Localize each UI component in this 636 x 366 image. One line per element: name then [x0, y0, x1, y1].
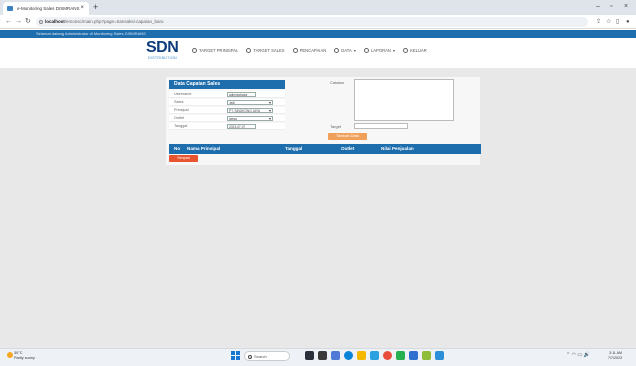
profile-icon[interactable]: ●	[626, 17, 630, 27]
bookmark-icon[interactable]: ☆	[606, 17, 611, 27]
favicon-icon	[7, 6, 13, 11]
menu-keluar[interactable]: KELUAR	[403, 48, 427, 53]
chevron-down-icon: ▾	[392, 48, 396, 53]
chart-icon	[292, 48, 298, 53]
capaian-form: Data Capaian Sales Username administrato…	[169, 80, 285, 144]
file-explorer-icon[interactable]	[357, 351, 366, 360]
sun-icon	[7, 352, 13, 358]
share-icon[interactable]: ⇪	[596, 17, 601, 27]
app-icon[interactable]	[409, 351, 418, 360]
back-icon[interactable]: ←	[5, 16, 12, 27]
form-row-outlet: Outlet ipega	[169, 115, 285, 122]
field-label: Tanggal	[174, 124, 188, 128]
close-window-icon[interactable]: ×	[624, 2, 628, 12]
column-header-no: No	[174, 146, 181, 151]
chat-icon[interactable]	[331, 351, 340, 360]
catatan-label: Catatan	[330, 80, 345, 85]
weather-desc: Partly sunny	[14, 356, 35, 360]
catatan-textarea[interactable]	[354, 79, 454, 121]
reload-icon[interactable]: ↻	[25, 16, 31, 27]
sidebar-icon[interactable]: ▯	[616, 17, 619, 27]
widgets-icon[interactable]	[318, 351, 327, 360]
field-label: Outlet	[174, 116, 185, 120]
menu-data[interactable]: DATA ▾	[334, 48, 356, 53]
edge-icon[interactable]	[344, 351, 353, 360]
target-label: Target	[330, 124, 342, 129]
menu-pencapaian[interactable]: PENCAPAIAN	[292, 48, 327, 53]
windows-start-icon[interactable]	[231, 351, 240, 360]
logo[interactable]: SDN DISTRIBUTION	[146, 40, 186, 64]
table-header: No Nama Prinsipal Tanggal Outlet Nilai P…	[169, 144, 481, 154]
site-info-icon[interactable]	[39, 20, 43, 24]
form-row-tanggal: Tanggal 2023-07-07	[169, 123, 285, 130]
taskbar-search[interactable]: Search	[244, 351, 290, 361]
welcome-banner: Selamat datang Administrator di Monitori…	[0, 30, 636, 38]
url-path: /emonsc/main.php?page=transaksi-capaian_…	[64, 19, 164, 24]
field-label: Username	[174, 92, 192, 96]
sales-select[interactable]: Jedi	[227, 100, 273, 105]
url-host: localhost	[45, 19, 65, 24]
clock-date: 7/7/2023	[608, 355, 622, 360]
column-header-tanggal: Tanggal	[285, 146, 303, 151]
form-row-username: Username administrator	[169, 91, 285, 98]
system-tray[interactable]: ⌃ ◠ ▭ 🔊	[566, 352, 590, 359]
form-title: Data Capaian Sales	[169, 80, 285, 89]
menu-label: TARGET SALES	[253, 48, 285, 53]
search-icon	[248, 354, 252, 359]
search-placeholder: Search	[254, 354, 267, 359]
chevron-down-icon: ▾	[353, 48, 356, 53]
minimize-icon[interactable]: –	[596, 2, 600, 12]
close-tab-icon[interactable]: ×	[80, 2, 84, 15]
tab-title: e-Monitoring Sales DISMRANS	[17, 6, 80, 11]
column-header-outlet: Outlet	[341, 146, 355, 151]
column-header-nama-prinsipal: Nama Prinsipal	[187, 146, 221, 151]
prinsipal-select[interactable]: PT. SINGKONG JAYA	[227, 108, 273, 113]
logo-sub: DISTRIBUTION	[148, 56, 177, 60]
clock-time: 3:11 AM	[609, 351, 622, 355]
browser-tab[interactable]: e-Monitoring Sales DISMRANS ×	[3, 2, 89, 15]
target-input[interactable]	[354, 123, 408, 129]
save-button[interactable]: Simpan	[169, 155, 198, 162]
chrome-icon[interactable]	[383, 351, 392, 360]
menu-label: KELUAR	[410, 48, 427, 53]
field-label: Prinsipal	[174, 108, 189, 112]
task-view-icon[interactable]	[305, 351, 314, 360]
forward-icon[interactable]: →	[15, 16, 22, 27]
clock[interactable]: 3:11 AM 7/7/2023	[608, 351, 622, 360]
column-header-nilai-penjualan: Nilai Penjualan	[381, 146, 414, 151]
menu-label: PENCAPAIAN	[299, 48, 327, 53]
add-data-button[interactable]: Tambah Data	[328, 133, 367, 140]
main-menu: TARGET PRINSIPAL TARGET SALES PENCAPAIAN…	[192, 48, 427, 53]
app-icon[interactable]	[422, 351, 431, 360]
vscode-icon[interactable]	[435, 351, 444, 360]
menu-target-prinsipal[interactable]: TARGET PRINSIPAL	[192, 48, 238, 53]
tanggal-field[interactable]: 2023-07-07	[227, 124, 256, 129]
new-tab-icon[interactable]: +	[93, 2, 98, 13]
menu-laporan[interactable]: LAPORAN ▾	[363, 48, 396, 53]
form-row-sales: Sales Jedi	[169, 99, 285, 106]
target-icon	[192, 48, 197, 53]
logo-main: SDN	[146, 39, 179, 56]
data-icon	[334, 48, 340, 53]
report-icon	[363, 48, 369, 53]
target-icon	[246, 48, 252, 53]
menu-label: TARGET PRINSIPAL	[199, 48, 239, 53]
menu-label: DATA	[341, 48, 352, 53]
logout-icon	[403, 48, 409, 53]
weather-widget[interactable]: 30°C Partly sunny	[7, 351, 35, 361]
menu-target-sales[interactable]: TARGET SALES	[246, 48, 285, 53]
whatsapp-icon[interactable]	[396, 351, 405, 360]
menu-label: LAPORAN	[370, 48, 391, 53]
outlet-select[interactable]: ipega	[227, 116, 273, 121]
form-row-prinsipal: Prinsipal PT. SINGKONG JAYA	[169, 107, 285, 114]
url-input[interactable]: localhost/emonsc/main.php?page=transaksi…	[36, 17, 588, 27]
field-label: Sales	[174, 100, 184, 104]
maximize-icon[interactable]: ▫	[610, 2, 612, 12]
screen: e-Monitoring Sales DISMRANS × + – ▫ × ← …	[0, 0, 636, 366]
username-field[interactable]: administrator	[227, 92, 256, 97]
store-icon[interactable]	[370, 351, 379, 360]
site-header	[0, 38, 636, 68]
